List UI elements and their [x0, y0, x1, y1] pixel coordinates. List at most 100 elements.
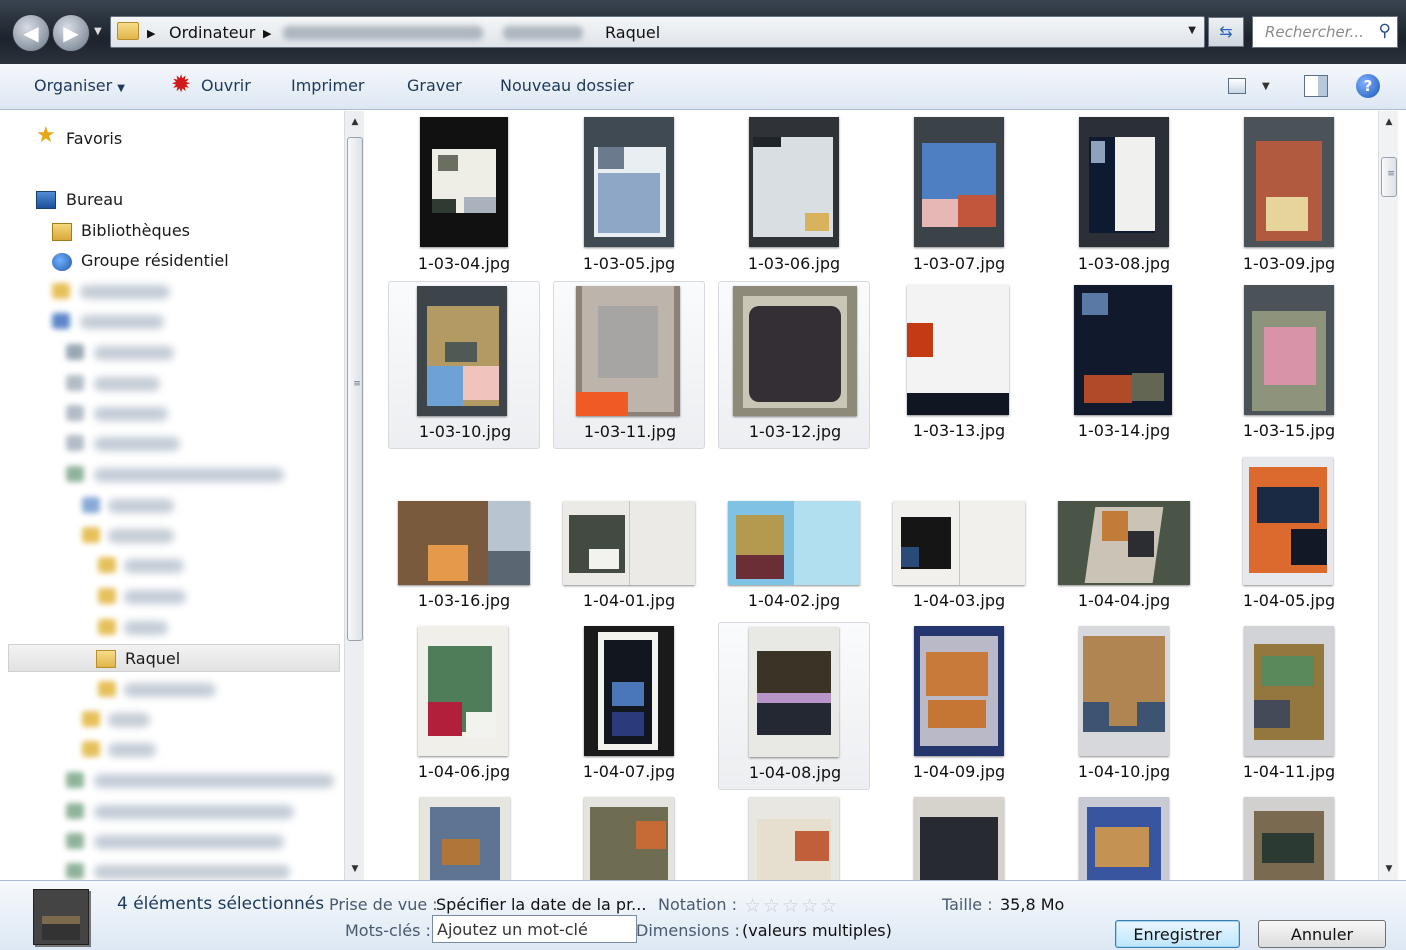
file-tile[interactable]: 1-04-04.jpg	[1048, 451, 1200, 619]
magnifier-icon[interactable]: ⚲	[1379, 21, 1391, 41]
blurred-tree-item[interactable]	[80, 315, 164, 329]
file-thumbnail[interactable]	[749, 797, 839, 880]
file-tile[interactable]: 1-04-07.jpg	[553, 622, 705, 790]
file-tile[interactable]: 1-04-05.jpg	[1213, 451, 1365, 619]
breadcrumb-computer[interactable]: Ordinateur	[169, 23, 255, 42]
file-tile[interactable]: 1-03-07.jpg	[883, 114, 1035, 282]
content-scrollbar[interactable]: ▲ ≡ ▼	[1378, 111, 1398, 880]
help-icon[interactable]: ?	[1356, 74, 1380, 98]
file-thumbnail	[1074, 285, 1172, 415]
blurred-tree-item[interactable]	[94, 468, 284, 482]
file-tile[interactable]: 1-04-02.jpg	[718, 451, 870, 619]
search-box[interactable]: Rechercher... ⚲	[1252, 16, 1398, 48]
blurred-tree-item[interactable]	[108, 713, 150, 727]
blurred-tree-item[interactable]	[124, 590, 186, 604]
blurred-tree-item[interactable]	[124, 621, 168, 635]
keywords-input[interactable]	[433, 916, 636, 942]
sidebar-item-libraries[interactable]: Bibliothèques	[81, 221, 190, 240]
file-tile-selected[interactable]: 1-03-12.jpg	[718, 281, 870, 449]
sidebar-item-desktop[interactable]: Bureau	[66, 190, 123, 209]
rating-stars[interactable]: ☆☆☆☆☆	[744, 895, 839, 917]
sidebar-scrollbar-thumb[interactable]: ≡	[347, 137, 363, 641]
blurred-tree-item[interactable]	[94, 407, 168, 421]
open-button[interactable]: Ouvrir	[201, 76, 251, 95]
scroll-up-arrow[interactable]: ▲	[1379, 113, 1399, 131]
organize-button[interactable]: Organiser ▼	[34, 76, 125, 95]
chevron-right-icon[interactable]: ▶	[147, 27, 155, 40]
change-view-icon[interactable]	[1228, 78, 1246, 94]
history-dropdown-icon[interactable]: ▼	[94, 26, 102, 37]
blurred-icon	[98, 588, 116, 604]
file-tile[interactable]: 1-03-13.jpg	[883, 281, 1035, 449]
address-dropdown-icon[interactable]: ▼	[1188, 25, 1196, 36]
file-tile[interactable]: 1-04-03.jpg	[883, 451, 1035, 619]
keywords-field[interactable]	[432, 915, 637, 943]
sidebar-item-favorites[interactable]: Favoris	[66, 129, 122, 148]
blurred-tree-item[interactable]	[80, 285, 170, 299]
address-bar[interactable]: ▶ Ordinateur ▶ Raquel ▼	[110, 16, 1205, 48]
save-button[interactable]: Enregistrer	[1115, 920, 1240, 948]
preview-pane-icon[interactable]	[1304, 75, 1328, 97]
chevron-right-icon[interactable]: ▶	[263, 27, 271, 40]
size-value: 35,8 Mo	[1000, 895, 1065, 914]
file-name: 1-03-07.jpg	[912, 254, 1006, 273]
breadcrumb-raquel[interactable]: Raquel	[605, 23, 660, 42]
refresh-button[interactable]: ⇆	[1208, 17, 1244, 47]
burn-button[interactable]: Graver	[407, 76, 462, 95]
file-tile[interactable]: 1-04-10.jpg	[1048, 622, 1200, 790]
file-tile[interactable]: 1-03-14.jpg	[1048, 281, 1200, 449]
file-tile[interactable]: 1-04-01.jpg	[553, 451, 705, 619]
scroll-down-arrow[interactable]: ▼	[345, 860, 365, 878]
file-thumbnail[interactable]	[1244, 797, 1334, 880]
file-tile-selected[interactable]: 1-03-11.jpg	[553, 281, 705, 449]
file-thumbnail[interactable]	[914, 797, 1004, 880]
file-thumbnail	[417, 286, 507, 416]
file-tile[interactable]: 1-03-06.jpg	[718, 114, 870, 282]
forward-button[interactable]: ▶	[52, 14, 90, 52]
blurred-tree-item[interactable]	[94, 865, 290, 879]
sidebar-item-homegroup[interactable]: Groupe résidentiel	[81, 251, 229, 270]
scroll-up-arrow[interactable]: ▲	[345, 113, 365, 131]
blurred-tree-item[interactable]	[94, 346, 174, 360]
file-thumbnail[interactable]	[1079, 797, 1169, 880]
file-tile[interactable]: 1-03-04.jpg	[388, 114, 540, 282]
sidebar-item-raquel[interactable]: Raquel	[125, 649, 180, 668]
file-thumbnail[interactable]	[420, 797, 510, 880]
blurred-tree-item[interactable]	[94, 835, 284, 849]
blurred-tree-item[interactable]	[124, 683, 216, 697]
blurred-tree-item[interactable]	[124, 559, 184, 573]
file-tile[interactable]: 1-03-15.jpg	[1213, 281, 1365, 449]
scroll-down-arrow[interactable]: ▼	[1379, 860, 1399, 878]
blurred-tree-item[interactable]	[108, 529, 174, 543]
file-tile[interactable]: 1-03-08.jpg	[1048, 114, 1200, 282]
file-tile-selected[interactable]: 1-03-10.jpg	[388, 281, 540, 449]
file-name: 1-03-14.jpg	[1077, 421, 1171, 440]
cancel-button[interactable]: Annuler	[1258, 920, 1386, 948]
file-tile-selected[interactable]: 1-04-08.jpg	[718, 622, 870, 790]
blurred-tree-item[interactable]	[108, 499, 174, 513]
date-taken-value[interactable]: Spécifier la date de la pr...	[436, 895, 646, 914]
file-thumbnail[interactable]	[584, 797, 674, 880]
chevron-down-icon: ▼	[117, 83, 125, 94]
file-tile[interactable]: 1-04-09.jpg	[883, 622, 1035, 790]
sidebar-scrollbar[interactable]: ▲ ≡ ▼	[344, 111, 364, 880]
blurred-tree-item[interactable]	[94, 774, 334, 788]
view-options-dropdown-icon[interactable]: ▼	[1262, 81, 1270, 92]
back-button[interactable]: ◀	[12, 14, 50, 52]
date-taken-label: Prise de vue :	[329, 895, 438, 914]
blurred-tree-item[interactable]	[94, 805, 294, 819]
file-tile[interactable]: 1-04-11.jpg	[1213, 622, 1365, 790]
file-tile[interactable]: 1-03-05.jpg	[553, 114, 705, 282]
file-tile[interactable]: 1-04-06.jpg	[388, 622, 540, 790]
file-tile[interactable]: 1-03-09.jpg	[1213, 114, 1365, 282]
file-tile[interactable]: 1-03-16.jpg	[388, 451, 540, 619]
new-folder-button[interactable]: Nouveau dossier	[500, 76, 634, 95]
blurred-tree-item[interactable]	[108, 743, 156, 757]
print-button[interactable]: Imprimer	[291, 76, 365, 95]
content-scrollbar-thumb[interactable]: ≡	[1381, 157, 1397, 197]
blurred-tree-item[interactable]	[94, 377, 160, 391]
star-icon: ★	[36, 123, 56, 148]
blurred-tree-item[interactable]	[94, 437, 180, 451]
open-with-icon[interactable]	[171, 70, 194, 98]
blurred-breadcrumb	[283, 26, 483, 40]
